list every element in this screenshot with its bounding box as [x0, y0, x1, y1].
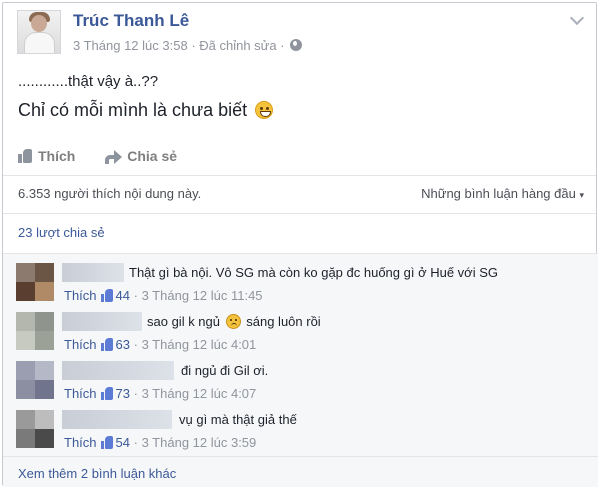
share-label: Chia sẻ: [127, 148, 178, 164]
post-text-line-2: Chỉ có mỗi mình là chưa biết: [18, 100, 274, 121]
like-label: Thích: [38, 148, 76, 164]
globe-icon[interactable]: [290, 39, 303, 51]
thumbs-up-icon: [100, 436, 114, 449]
commenter-avatar[interactable]: [16, 361, 54, 399]
confused-emoji-icon: [225, 314, 241, 329]
likes-summary[interactable]: 6.353 người thích nội dung này.: [18, 186, 201, 201]
comments-section: Thật gì bà nội. Vô SG mà còn ko gặp đc h…: [3, 253, 598, 487]
comment-time[interactable]: 3 Tháng 12 lúc 4:07: [142, 386, 257, 401]
divider: [3, 456, 598, 457]
author-name[interactable]: Trúc Thanh Lê: [73, 11, 189, 31]
thumbs-up-icon: [100, 289, 114, 302]
like-button[interactable]: Thích: [18, 148, 75, 164]
shares-count[interactable]: 23 lượt chia sẻ: [18, 225, 105, 240]
comment-text: đi ngủ đi Gil ơi.: [181, 363, 269, 378]
commenter-name-blurred[interactable]: [62, 312, 142, 331]
comment-like-count[interactable]: 73: [116, 386, 130, 401]
comment-text: sao gil k ngủ sáng luôn rồi: [147, 314, 321, 329]
caret-down-icon: ▾: [579, 190, 584, 200]
share-icon: [105, 149, 123, 164]
thumbs-up-icon: [100, 338, 114, 351]
comment-like-link[interactable]: Thích: [64, 288, 97, 303]
divider: [3, 253, 598, 254]
comment-sort-label: Những bình luận hàng đầu: [421, 186, 576, 201]
comment-item: Thật gì bà nội. Vô SG mà còn ko gặp đc h…: [3, 256, 598, 306]
comment-meta: Thích 73 · 3 Tháng 12 lúc 4:07: [64, 386, 257, 401]
comment-text: Thật gì bà nội. Vô SG mà còn ko gặp đc h…: [129, 265, 498, 280]
author-avatar[interactable]: [17, 10, 61, 54]
comment-like-count[interactable]: 44: [116, 288, 130, 303]
edited-label[interactable]: · Đã chỉnh sửa ·: [191, 38, 284, 53]
commenter-name-blurred[interactable]: [62, 361, 174, 380]
post-text-content: Chỉ có mỗi mình là chưa biết: [18, 100, 248, 120]
post-meta: 3 Tháng 12 lúc 3:58 · Đã chỉnh sửa ·: [73, 38, 303, 53]
thumbs-up-icon: [100, 387, 114, 400]
comment-meta: Thích 54 · 3 Tháng 12 lúc 3:59: [64, 435, 257, 450]
comment-item: đi ngủ đi Gil ơi. Thích 73 · 3 Tháng 12 l…: [3, 354, 598, 404]
divider: [3, 213, 596, 214]
chevron-down-icon[interactable]: [570, 13, 584, 27]
comment-time[interactable]: 3 Tháng 12 lúc 3:59: [142, 435, 257, 450]
post-actions: Thích Chia sẻ: [18, 148, 203, 164]
post-text-line-1: ............thật vậy à..??: [18, 73, 159, 90]
commenter-name-blurred[interactable]: [62, 263, 124, 282]
commenter-avatar[interactable]: [16, 312, 54, 350]
post-timestamp[interactable]: 3 Tháng 12 lúc 3:58: [73, 38, 188, 53]
thumbs-up-icon: [18, 149, 33, 163]
comment-like-link[interactable]: Thích: [64, 435, 97, 450]
comment-like-link[interactable]: Thích: [64, 386, 97, 401]
view-more-comments-link[interactable]: Xem thêm 2 bình luận khác: [18, 466, 176, 481]
comment-sort-dropdown[interactable]: Những bình luận hàng đầu ▾: [421, 186, 584, 201]
comment-text: vụ gì mà thật giả thế: [179, 412, 297, 427]
share-button[interactable]: Chia sẻ: [105, 148, 177, 164]
commenter-avatar[interactable]: [16, 410, 54, 448]
comment-item: vụ gì mà thật giả thế Thích 54 · 3 Tháng …: [3, 403, 598, 453]
comment-meta: Thích 44 · 3 Tháng 12 lúc 11:45: [64, 288, 263, 303]
comment-like-link[interactable]: Thích: [64, 337, 97, 352]
commenter-avatar[interactable]: [16, 263, 54, 301]
comment-time[interactable]: 3 Tháng 12 lúc 11:45: [142, 288, 263, 303]
comment-meta: Thích 63 · 3 Tháng 12 lúc 4:01: [64, 337, 257, 352]
comment-like-count[interactable]: 63: [116, 337, 130, 352]
comment-text-part: sáng luôn rồi: [246, 314, 321, 329]
comment-time[interactable]: 3 Tháng 12 lúc 4:01: [142, 337, 257, 352]
comment-like-count[interactable]: 54: [116, 435, 130, 450]
comment-item: sao gil k ngủ sáng luôn rồi Thích 63 · 3 …: [3, 305, 598, 355]
smile-emoji-icon: [255, 101, 274, 119]
divider: [3, 175, 596, 176]
commenter-name-blurred[interactable]: [62, 410, 172, 429]
comment-text-part: sao gil k ngủ: [147, 314, 220, 329]
post-card: Trúc Thanh Lê 3 Tháng 12 lúc 3:58 · Đã c…: [2, 2, 598, 487]
